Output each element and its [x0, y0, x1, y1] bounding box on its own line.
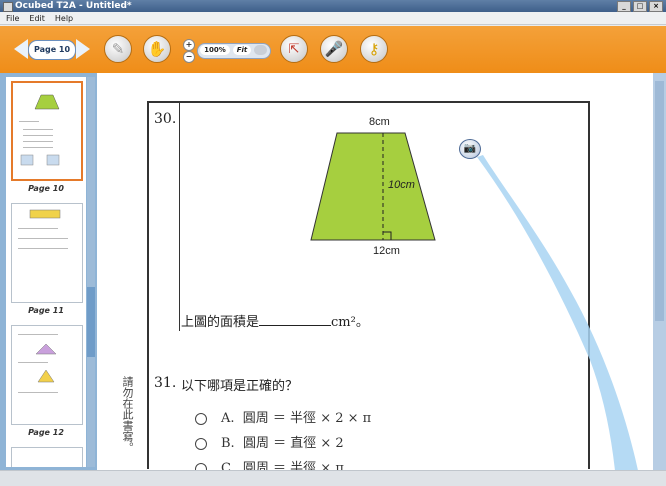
scroll-thumb[interactable]	[655, 81, 664, 321]
camera-icon[interactable]: 📷	[459, 139, 481, 159]
document-scrollbar[interactable]	[653, 73, 666, 470]
status-bar	[0, 470, 666, 486]
spotlight-beam	[477, 155, 640, 480]
spotlight-overlay	[477, 155, 640, 480]
